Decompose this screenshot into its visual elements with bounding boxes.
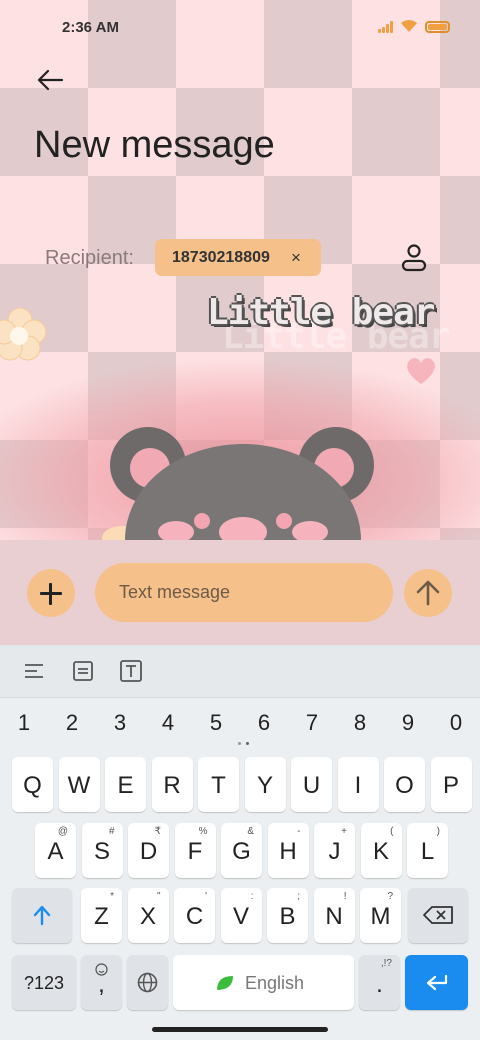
shift-key[interactable] (12, 888, 72, 943)
letter-key[interactable]: % F (174, 823, 216, 878)
back-arrow-icon[interactable] (34, 66, 66, 94)
letter-key[interactable]: + J (314, 823, 355, 878)
status-bar: 2:36 AM (0, 0, 480, 56)
letter-key[interactable]: E (105, 757, 146, 812)
letter-key[interactable]: O (384, 757, 425, 812)
letter-key[interactable]: ' C (174, 888, 215, 943)
number-key[interactable]: 9 (393, 710, 423, 736)
number-key[interactable]: 5 (201, 710, 231, 736)
letter-key[interactable]: @ A (35, 823, 76, 878)
contact-picker-icon[interactable] (396, 240, 432, 276)
enter-key[interactable] (405, 955, 468, 1010)
letter-key[interactable]: ₹ D (128, 823, 169, 878)
symbols-key[interactable]: ?123 (12, 955, 76, 1010)
period-key[interactable]: ,!? . (359, 955, 400, 1010)
recipient-label: Recipient: (45, 247, 134, 269)
space-key[interactable]: English (173, 955, 354, 1010)
bear-illustration (110, 427, 374, 545)
message-input[interactable] (95, 563, 393, 622)
recipient-number: 18730218809 (172, 249, 270, 266)
letter-key[interactable]: # S (81, 823, 123, 878)
letter-key[interactable]: ! N (313, 888, 355, 943)
leaf-icon (217, 976, 233, 990)
clipboard-icon[interactable] (71, 659, 95, 683)
letter-key[interactable]: ; B (267, 888, 308, 943)
signal-icon (378, 21, 396, 33)
status-time: 2:36 AM (62, 19, 119, 36)
letter-key[interactable]: ? M (360, 888, 401, 943)
text-format-icon[interactable] (119, 659, 143, 683)
remove-recipient-button[interactable]: × (291, 248, 301, 268)
letter-key[interactable]: P (430, 757, 472, 812)
number-key[interactable]: 7 (297, 710, 327, 736)
letter-key[interactable]: * Z (81, 888, 122, 943)
letter-key[interactable]: W (58, 757, 100, 812)
language-key[interactable] (127, 955, 168, 1010)
heart-decoration (407, 358, 435, 384)
page-indicator (236, 742, 252, 746)
number-key[interactable]: 2 (57, 710, 87, 736)
number-key[interactable]: 3 (105, 710, 135, 736)
number-key[interactable]: 8 (345, 710, 375, 736)
backspace-key[interactable] (408, 888, 468, 943)
letter-key[interactable]: :V (220, 888, 262, 943)
home-indicator[interactable] (152, 1027, 328, 1032)
page-title: New message (34, 124, 275, 166)
letter-key[interactable]: U (291, 757, 332, 812)
number-key[interactable]: 6 (249, 710, 279, 736)
letter-key[interactable]: -H (267, 823, 309, 878)
emoji-comma-key[interactable]: , (81, 955, 122, 1010)
number-key[interactable]: 0 (441, 710, 471, 736)
number-row: 1234567890 (0, 710, 480, 740)
letter-key[interactable]: R (151, 757, 193, 812)
number-key[interactable]: 1 (9, 710, 39, 736)
wallpaper-text: Little bear (207, 292, 435, 333)
shift-arrow-icon (33, 905, 51, 926)
wifi-icon (401, 20, 417, 32)
keyboard: 1234567890 QWERTYUIOP @ A # S ₹ D% F & G - H + J(K) L… (0, 645, 480, 1040)
send-button[interactable] (404, 569, 452, 617)
letter-key[interactable]: & G (221, 823, 262, 878)
align-left-icon[interactable] (22, 659, 46, 683)
letter-key[interactable]: " X (127, 888, 169, 943)
backspace-icon (423, 906, 453, 924)
keyboard-toolbar (0, 645, 480, 698)
letter-key[interactable]: Y (244, 757, 286, 812)
globe-icon (137, 972, 158, 993)
add-attachment-button[interactable] (27, 569, 75, 617)
letter-key[interactable]: (K (360, 823, 402, 878)
letter-key[interactable]: T (198, 757, 239, 812)
number-key[interactable]: 4 (153, 710, 183, 736)
letter-key[interactable]: ) L (407, 823, 448, 878)
battery-icon (425, 21, 450, 33)
enter-icon (426, 974, 448, 991)
letter-key[interactable]: I (337, 757, 379, 812)
letter-key[interactable]: Q (12, 757, 53, 812)
flower-decoration (0, 307, 47, 361)
recipient-chip[interactable]: 18730218809 × (155, 239, 321, 276)
